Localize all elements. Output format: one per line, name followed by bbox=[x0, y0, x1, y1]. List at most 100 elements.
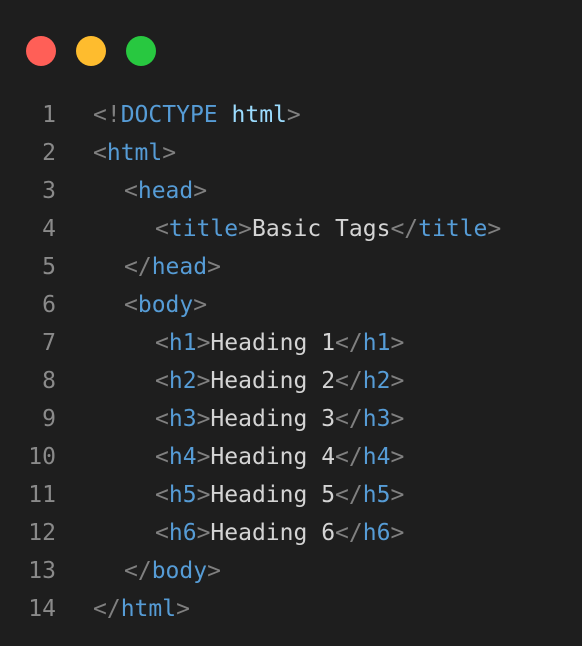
code-token: < bbox=[155, 482, 169, 508]
line-content: <body> bbox=[56, 292, 207, 318]
code-token: > bbox=[390, 368, 405, 394]
code-line: 4 <title>Basic Tags</title> bbox=[0, 210, 582, 248]
line-content: <title>Basic Tags</title> bbox=[56, 216, 501, 242]
line-number: 14 bbox=[28, 596, 56, 622]
code-token: Heading 6 bbox=[210, 520, 336, 546]
code-token: </ bbox=[390, 216, 419, 242]
code-token: h1 bbox=[168, 330, 197, 356]
code-token: <! bbox=[93, 102, 121, 128]
line-content: </html> bbox=[56, 596, 190, 622]
code-token: h5 bbox=[168, 482, 197, 508]
code-token: > bbox=[196, 406, 211, 432]
line-content: <h5>Heading 5</h5> bbox=[56, 482, 404, 508]
code-line: 9 <h3>Heading 3</h3> bbox=[0, 400, 582, 438]
code-token: < bbox=[124, 292, 138, 318]
code-token: < bbox=[155, 216, 169, 242]
code-token: html bbox=[106, 140, 163, 166]
code-token: head bbox=[137, 178, 194, 204]
code-token: > bbox=[286, 102, 301, 128]
code-token: < bbox=[155, 368, 169, 394]
window-controls bbox=[26, 36, 156, 66]
code-line: 12 <h6>Heading 6</h6> bbox=[0, 514, 582, 552]
code-token: > bbox=[196, 482, 211, 508]
code-line: 10 <h4>Heading 4</h4> bbox=[0, 438, 582, 476]
code-token: </ bbox=[335, 330, 363, 356]
code-token: h6 bbox=[168, 520, 197, 546]
code-line: 7 <h1>Heading 1</h1> bbox=[0, 324, 582, 362]
line-content: <h1>Heading 1</h1> bbox=[56, 330, 404, 356]
line-content: </head> bbox=[56, 254, 221, 280]
code-line: 3 <head> bbox=[0, 172, 582, 210]
code-token: < bbox=[155, 406, 169, 432]
line-number: 5 bbox=[42, 254, 56, 280]
code-token: </ bbox=[335, 444, 363, 470]
code-token: < bbox=[155, 330, 169, 356]
line-number: 1 bbox=[42, 102, 56, 128]
code-token: < bbox=[93, 140, 107, 166]
code-token: > bbox=[390, 406, 405, 432]
code-token: </ bbox=[335, 520, 363, 546]
line-number: 2 bbox=[42, 140, 56, 166]
line-number: 9 bbox=[42, 406, 56, 432]
code-token: > bbox=[390, 444, 405, 470]
line-content: <h2>Heading 2</h2> bbox=[56, 368, 404, 394]
code-token: Heading 1 bbox=[210, 330, 336, 356]
code-token: html bbox=[120, 596, 177, 622]
code-token: < bbox=[155, 444, 169, 470]
code-token: title bbox=[168, 216, 239, 242]
code-token: Heading 4 bbox=[210, 444, 336, 470]
maximize-dot-icon[interactable] bbox=[126, 36, 156, 66]
code-window: 1 <!DOCTYPE html> 2 <html> 3 <head> 4 <title>Ba… bbox=[0, 0, 582, 646]
code-token: h2 bbox=[362, 368, 391, 394]
code-token: Basic Tags bbox=[251, 216, 391, 242]
code-token: h3 bbox=[362, 406, 391, 432]
code-editor[interactable]: 1 <!DOCTYPE html> 2 <html> 3 <head> 4 <title>Ba… bbox=[0, 96, 582, 628]
code-token: > bbox=[196, 330, 211, 356]
code-line: 2 <html> bbox=[0, 134, 582, 172]
line-content: <head> bbox=[56, 178, 207, 204]
code-token: h2 bbox=[168, 368, 197, 394]
code-token: Heading 3 bbox=[210, 406, 336, 432]
line-number: 6 bbox=[42, 292, 56, 318]
code-token: </ bbox=[335, 406, 363, 432]
code-token: > bbox=[238, 216, 252, 242]
code-token: > bbox=[196, 444, 211, 470]
code-token: < bbox=[124, 178, 138, 204]
line-content: <h4>Heading 4</h4> bbox=[56, 444, 404, 470]
code-token: body bbox=[151, 558, 208, 584]
line-content: </body> bbox=[56, 558, 221, 584]
minimize-dot-icon[interactable] bbox=[76, 36, 106, 66]
code-token: DOCTYPE bbox=[120, 102, 218, 128]
code-token: body bbox=[137, 292, 194, 318]
code-token: head bbox=[151, 254, 208, 280]
code-token: > bbox=[390, 520, 405, 546]
code-line: 14 </html> bbox=[0, 590, 582, 628]
code-line: 11 <h5>Heading 5</h5> bbox=[0, 476, 582, 514]
code-token: > bbox=[196, 368, 211, 394]
code-token: > bbox=[487, 216, 502, 242]
code-token: > bbox=[196, 520, 211, 546]
code-line: 13 </body> bbox=[0, 552, 582, 590]
code-token: > bbox=[193, 178, 208, 204]
line-number: 8 bbox=[42, 368, 56, 394]
line-content: <h6>Heading 6</h6> bbox=[56, 520, 404, 546]
line-number: 3 bbox=[42, 178, 56, 204]
code-token: title bbox=[418, 216, 488, 242]
code-token: h5 bbox=[362, 482, 391, 508]
code-token: h1 bbox=[362, 330, 391, 356]
code-line: 5 </head> bbox=[0, 248, 582, 286]
code-token: > bbox=[390, 330, 405, 356]
line-number: 12 bbox=[28, 520, 56, 546]
code-line: 1 <!DOCTYPE html> bbox=[0, 96, 582, 134]
line-number: 7 bbox=[42, 330, 56, 356]
code-token: > bbox=[176, 596, 190, 622]
code-token: h6 bbox=[362, 520, 391, 546]
code-token: h3 bbox=[168, 406, 197, 432]
code-token: h4 bbox=[168, 444, 197, 470]
close-dot-icon[interactable] bbox=[26, 36, 56, 66]
code-line: 8 <h2>Heading 2</h2> bbox=[0, 362, 582, 400]
code-token: > bbox=[207, 254, 221, 280]
code-token: html bbox=[231, 102, 287, 128]
code-line: 6 <body> bbox=[0, 286, 582, 324]
